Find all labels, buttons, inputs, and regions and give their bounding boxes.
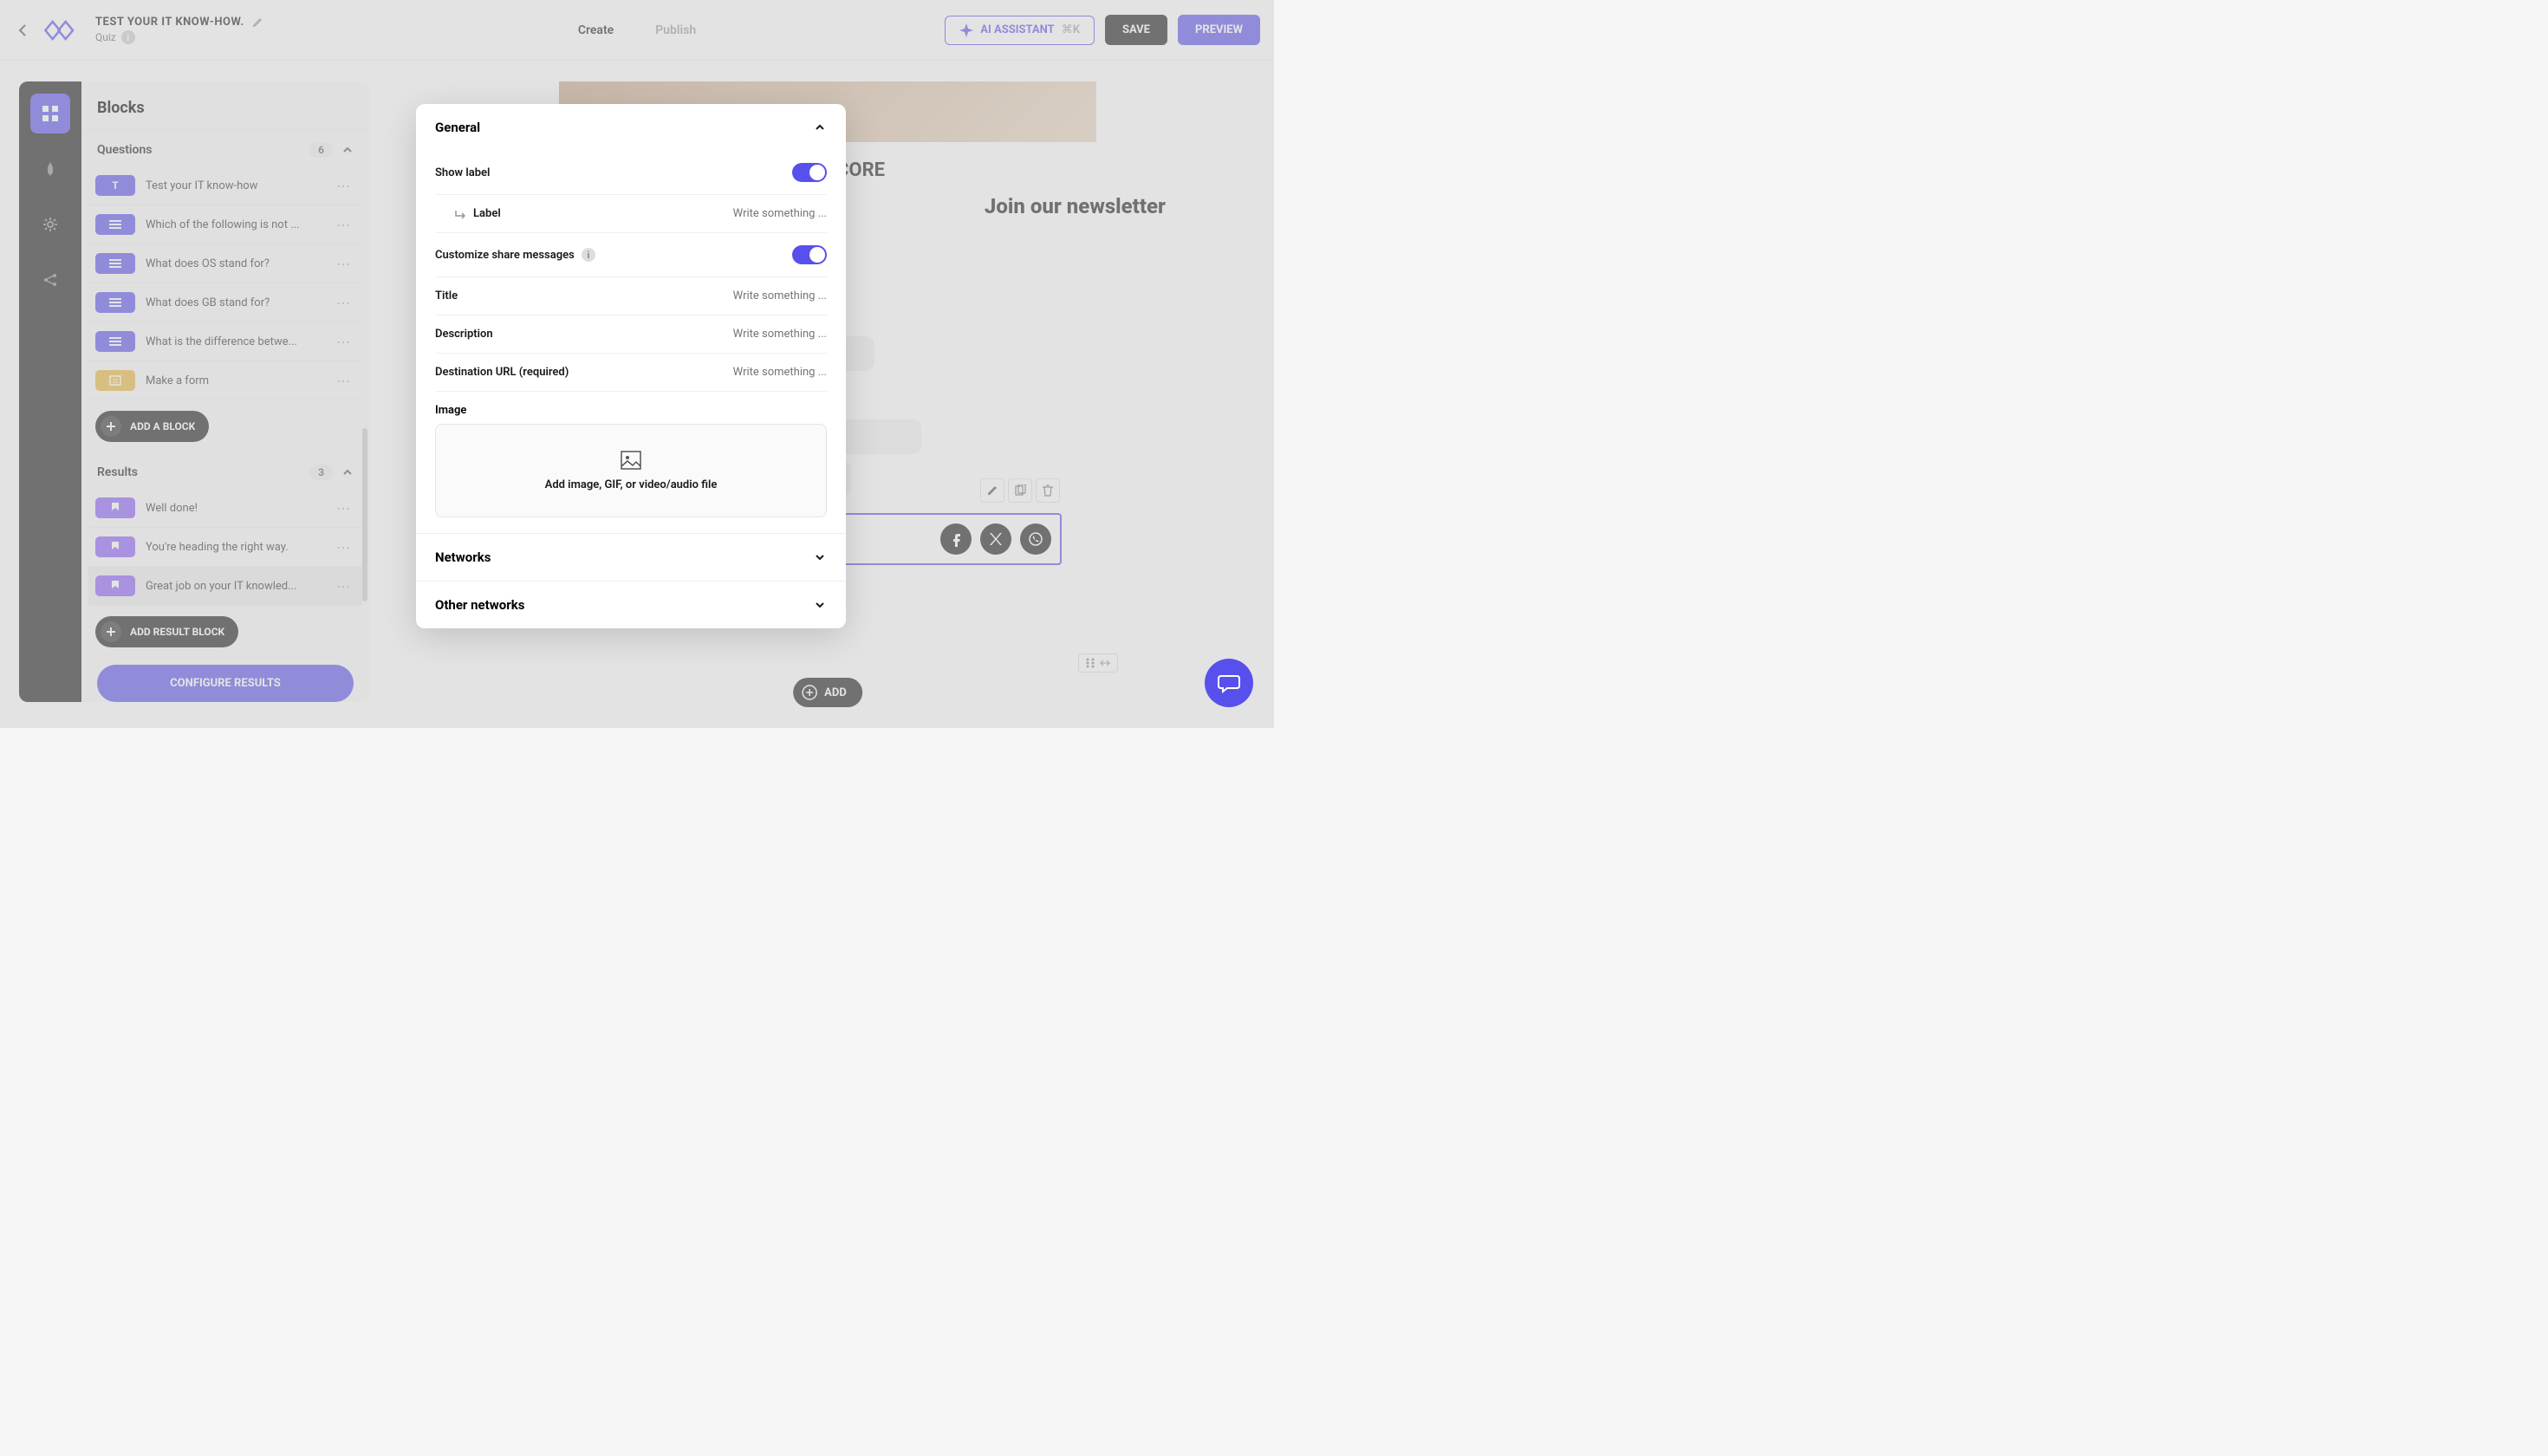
settings-modal: General Show label Label Custo [416,104,846,628]
destination-input[interactable] [653,366,827,379]
chat-icon [1218,673,1240,693]
title-input[interactable] [653,289,827,302]
info-icon[interactable]: i [582,248,595,262]
other-networks-label: Other networks [435,597,524,613]
customize-label: Customize share messages [435,249,575,262]
chevron-down-icon [813,550,827,564]
general-section-header[interactable]: General [416,104,846,151]
show-label-text: Show label [435,166,490,179]
image-dropzone[interactable]: Add image, GIF, or video/audio file [435,424,827,517]
destination-label: Destination URL (required) [435,366,569,379]
image-icon [621,451,641,470]
networks-section-header[interactable]: Networks [416,534,846,581]
chevron-up-icon [813,120,827,134]
image-label: Image [435,392,827,417]
image-drop-text: Add image, GIF, or video/audio file [545,478,718,491]
chat-fab[interactable] [1205,659,1253,707]
title-label: Title [435,289,458,302]
general-label: General [435,120,480,135]
indent-icon [454,209,466,219]
customize-toggle[interactable] [792,245,827,264]
label-input[interactable] [653,207,827,220]
networks-label: Networks [435,549,491,565]
show-label-toggle[interactable] [792,163,827,182]
description-input[interactable] [653,328,827,341]
description-label: Description [435,328,493,341]
label-field-label: Label [473,207,501,220]
other-networks-section-header[interactable]: Other networks [416,582,846,628]
chevron-down-icon [813,598,827,612]
